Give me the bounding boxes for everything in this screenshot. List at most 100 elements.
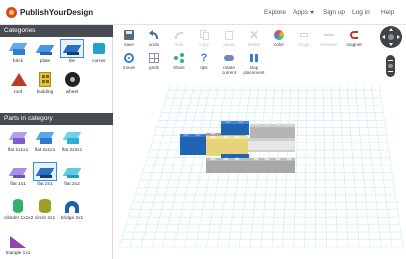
redo-icon bbox=[174, 30, 184, 40]
part-circle-2x1[interactable]: circle 2x1 bbox=[31, 197, 59, 221]
copy-label: copy bbox=[199, 42, 209, 47]
zoom-control[interactable] bbox=[386, 55, 395, 77]
part-triangle-1x1[interactable]: triangle 1x1 bbox=[4, 232, 32, 256]
categories-header: Categories bbox=[0, 25, 113, 37]
category-label: brick bbox=[12, 59, 24, 64]
brick-icon bbox=[7, 40, 29, 57]
rotate-current-button[interactable]: rotate current bbox=[217, 53, 241, 75]
copy-button[interactable]: copy bbox=[192, 30, 216, 47]
building-icon bbox=[34, 71, 56, 88]
category-building[interactable]: building bbox=[31, 71, 59, 95]
nav-explore[interactable]: Explore bbox=[264, 9, 286, 16]
part-label: flat 2x2x1 bbox=[61, 148, 83, 153]
hinge-button[interactable]: hinge bbox=[292, 30, 316, 47]
category-label: corner bbox=[92, 59, 106, 64]
grids-label: grids bbox=[149, 65, 159, 70]
part-label: flat 2x1 bbox=[37, 182, 53, 187]
chevron-down-icon bbox=[309, 10, 314, 14]
undo-button[interactable]: undo bbox=[142, 30, 166, 47]
movie-icon bbox=[124, 53, 134, 63]
grid-line bbox=[162, 82, 204, 248]
grids-button[interactable]: grids bbox=[142, 53, 166, 70]
part-cilinder-1x1x2[interactable]: cilinder 1x1x2 bbox=[4, 197, 34, 221]
bridge-icon bbox=[61, 197, 83, 214]
tile-icon bbox=[60, 39, 84, 58]
part-flat-1x1[interactable]: flat 1x1 bbox=[4, 163, 32, 187]
stop-placement-button[interactable]: stop placement bbox=[242, 53, 266, 75]
part-flat-2x2[interactable]: flat 2x2 bbox=[58, 163, 86, 187]
brand-name[interactable]: PublishYourDesign bbox=[20, 8, 93, 17]
camera-orbit-control[interactable] bbox=[380, 26, 402, 48]
grid-line bbox=[330, 82, 338, 248]
grid-line bbox=[338, 82, 349, 248]
sidebar: Categories brick plate tile corner roof … bbox=[0, 25, 113, 259]
logo-icon[interactable] bbox=[6, 7, 17, 18]
translate-label: translate bbox=[320, 42, 338, 47]
grid-line bbox=[151, 82, 196, 248]
nav-signup[interactable]: Sign up bbox=[323, 9, 345, 16]
grid-line bbox=[118, 82, 172, 248]
part-label: cilinder 1x1x2 bbox=[4, 216, 34, 221]
part-thumb-icon bbox=[7, 129, 29, 146]
category-corner[interactable]: corner bbox=[85, 40, 113, 64]
magnet-label: magnet bbox=[346, 42, 362, 47]
tips-button[interactable]: ? tips bbox=[192, 52, 216, 71]
triangle-icon bbox=[7, 232, 29, 249]
copy-icon bbox=[199, 30, 209, 40]
redo-button[interactable]: redo bbox=[167, 30, 191, 47]
color-icon bbox=[274, 30, 284, 40]
save-label: save bbox=[124, 42, 134, 47]
part-bridge-2x1[interactable]: bridge 2x1 bbox=[58, 197, 86, 221]
rotate-current-label: rotate current bbox=[221, 65, 237, 75]
category-wheel[interactable]: wheel bbox=[58, 71, 86, 95]
nav-login[interactable]: Log in bbox=[352, 9, 370, 16]
undo-label: undo bbox=[148, 42, 160, 47]
help-icon: ? bbox=[200, 52, 208, 64]
category-label: tile bbox=[68, 59, 76, 64]
part-label: flat 2x1x1 bbox=[34, 148, 56, 153]
part-label: bridge 2x1 bbox=[60, 216, 84, 221]
paste-button[interactable]: paste bbox=[217, 30, 241, 47]
part-flat-2x1[interactable]: flat 2x1 bbox=[31, 162, 59, 187]
stop-placement-label: stop placement bbox=[243, 65, 265, 75]
grid-line bbox=[314, 82, 316, 248]
part-flat-1x1x1[interactable]: flat 1x1x1 bbox=[4, 129, 32, 153]
magnet-icon bbox=[349, 30, 359, 40]
category-label: wheel bbox=[65, 90, 79, 95]
undo-icon bbox=[149, 30, 159, 40]
delete-button[interactable]: ✕ delete bbox=[242, 28, 266, 47]
grid-line bbox=[140, 82, 188, 248]
grid-line bbox=[362, 82, 382, 248]
grid-line bbox=[322, 82, 327, 248]
category-brick[interactable]: brick bbox=[4, 40, 32, 64]
grid-line bbox=[129, 82, 180, 248]
part-label: flat 2x2 bbox=[64, 182, 80, 187]
nav-help[interactable]: Help bbox=[381, 9, 394, 16]
category-plate[interactable]: plate bbox=[31, 40, 59, 64]
category-label: building bbox=[36, 90, 54, 95]
save-button[interactable]: save bbox=[117, 30, 141, 47]
translate-button[interactable]: translate bbox=[317, 30, 341, 47]
color-button[interactable]: color bbox=[267, 30, 291, 47]
delete-label: delete bbox=[247, 42, 261, 47]
delete-icon: ✕ bbox=[249, 28, 260, 42]
part-label: flat 1x1 bbox=[10, 182, 26, 187]
paste-label: paste bbox=[223, 42, 235, 47]
grid-line bbox=[173, 82, 212, 248]
circle-icon bbox=[34, 197, 56, 214]
part-label: flat 1x1x1 bbox=[7, 148, 29, 153]
magnet-button[interactable]: magnet bbox=[342, 30, 366, 47]
category-label: roof bbox=[13, 90, 23, 95]
part-flat-2x1x1[interactable]: flat 2x1x1 bbox=[31, 129, 59, 153]
plate-icon bbox=[34, 40, 56, 57]
grid-line bbox=[370, 82, 393, 248]
3d-canvas[interactable] bbox=[113, 82, 406, 259]
movie-button[interactable]: movie bbox=[117, 53, 141, 70]
share-button[interactable]: share bbox=[167, 53, 191, 70]
category-roof[interactable]: roof bbox=[4, 71, 32, 95]
part-label: circle 2x1 bbox=[34, 216, 56, 221]
corner-icon bbox=[88, 40, 110, 57]
category-tile[interactable]: tile bbox=[58, 39, 86, 64]
part-flat-2x2x1[interactable]: flat 2x2x1 bbox=[58, 129, 86, 153]
nav-apps[interactable]: Apps bbox=[293, 9, 314, 16]
